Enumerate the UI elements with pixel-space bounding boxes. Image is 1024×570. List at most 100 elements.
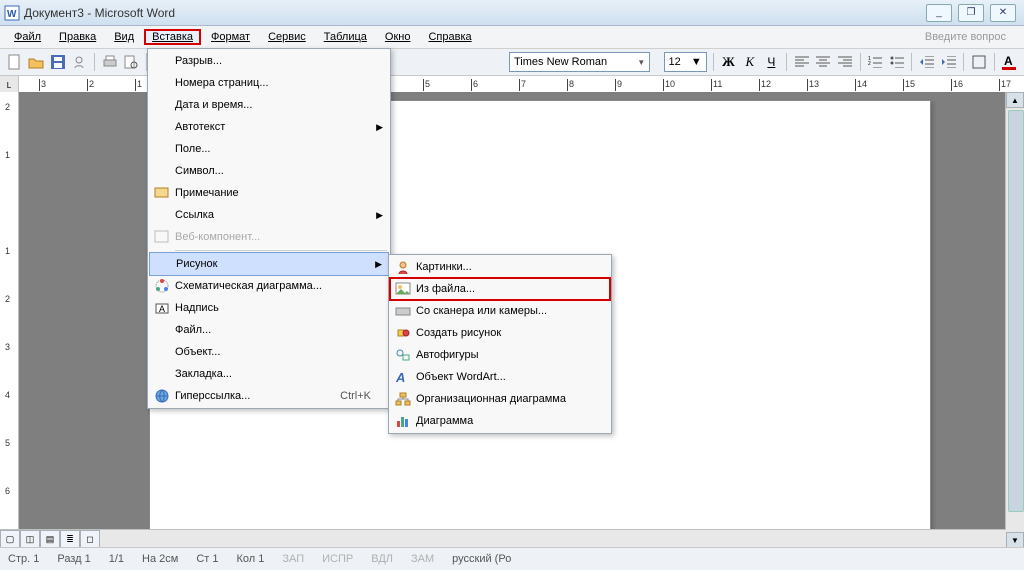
menu-item-object[interactable]: Объект... [149, 341, 389, 363]
menu-item-diagram[interactable]: Схематическая диаграмма... [149, 275, 389, 297]
save-icon[interactable] [49, 52, 67, 72]
separator [860, 53, 861, 71]
open-icon[interactable] [28, 52, 46, 72]
help-search-prompt[interactable]: Введите вопрос [925, 31, 1018, 43]
submenu-item-wordart[interactable]: AОбъект WordArt... [390, 366, 610, 388]
window-controls: _ ❐ ✕ [926, 4, 1020, 22]
align-center-icon[interactable] [815, 52, 833, 72]
menu-format[interactable]: Формат [203, 29, 258, 45]
menu-item-field[interactable]: Поле... [149, 138, 389, 160]
status-ext[interactable]: ВДЛ [371, 553, 393, 565]
align-left-icon[interactable] [793, 52, 811, 72]
status-rec[interactable]: ЗАП [282, 553, 304, 565]
menu-item-date-time[interactable]: Дата и время... [149, 94, 389, 116]
menu-help[interactable]: Справка [420, 29, 479, 45]
menu-tools[interactable]: Сервис [260, 29, 314, 45]
orgchart-icon [395, 392, 411, 406]
menu-item-hyperlink[interactable]: Гиперссылка...Ctrl+K [149, 385, 389, 407]
font-color-icon[interactable]: A [1001, 52, 1019, 72]
new-doc-icon[interactable] [6, 52, 24, 72]
menu-item-file[interactable]: Файл... [149, 319, 389, 341]
horizontal-scrollbar[interactable] [100, 530, 1006, 548]
shortcut-label: Ctrl+K [330, 390, 371, 402]
bold-icon[interactable]: Ж [720, 52, 738, 72]
submenu-item-scanner[interactable]: Со сканера или камеры... [390, 300, 610, 322]
menu-separator [175, 250, 387, 251]
chevron-down-icon: ▼ [637, 58, 645, 67]
menu-item-web-component: Веб-компонент... [149, 226, 389, 248]
menu-item-page-numbers[interactable]: Номера страниц... [149, 72, 389, 94]
menu-item-autotext[interactable]: Автотекст▶ [149, 116, 389, 138]
menu-item-symbol[interactable]: Символ... [149, 160, 389, 182]
submenu-item-chart[interactable]: Диаграмма [390, 410, 610, 432]
font-size-selector[interactable]: 12 ▼ [664, 52, 707, 72]
print-preview-icon[interactable] [122, 52, 140, 72]
scroll-thumb[interactable] [1008, 110, 1024, 512]
bullets-icon[interactable] [888, 52, 906, 72]
menu-insert[interactable]: Вставка [144, 29, 201, 45]
comment-icon [154, 186, 170, 200]
menu-item-reference[interactable]: Ссылка▶ [149, 204, 389, 226]
print-icon[interactable] [101, 52, 119, 72]
status-line: Ст 1 [196, 553, 218, 565]
svg-text:A: A [395, 370, 405, 384]
statusbar: Стр. 1 Разд 1 1/1 На 2см Ст 1 Кол 1 ЗАП … [0, 547, 1024, 570]
permission-icon[interactable] [71, 52, 89, 72]
from-file-icon [395, 282, 411, 296]
scanner-icon [395, 305, 411, 317]
insert-dropdown-menu: Разрыв... Номера страниц... Дата и время… [147, 48, 391, 409]
submenu-item-new-drawing[interactable]: Создать рисунок [390, 322, 610, 344]
status-page: Стр. 1 [8, 553, 39, 565]
menu-table[interactable]: Таблица [316, 29, 375, 45]
status-col: Кол 1 [236, 553, 264, 565]
scroll-up-button[interactable]: ▲ [1006, 92, 1024, 108]
increase-indent-icon[interactable] [940, 52, 958, 72]
menubar: Файл Правка Вид Вставка Формат Сервис Та… [0, 26, 1024, 49]
separator [713, 53, 714, 71]
menu-item-picture[interactable]: Рисунок▶ [149, 252, 389, 276]
menu-item-bookmark[interactable]: Закладка... [149, 363, 389, 385]
underline-icon[interactable]: Ч [763, 52, 781, 72]
menu-file[interactable]: Файл [6, 29, 49, 45]
submenu-item-clipart[interactable]: Картинки... [390, 256, 610, 278]
hyperlink-icon [154, 388, 170, 404]
align-right-icon[interactable] [836, 52, 854, 72]
submenu-item-from-file[interactable]: Из файла... [390, 278, 610, 300]
status-ovr[interactable]: ЗАМ [411, 553, 434, 565]
decrease-indent-icon[interactable] [918, 52, 936, 72]
autoshapes-icon [395, 348, 411, 362]
separator [911, 53, 912, 71]
minimize-button[interactable]: _ [926, 4, 952, 22]
diagram-icon [154, 278, 170, 294]
submenu-arrow-icon: ▶ [375, 259, 382, 270]
menu-edit[interactable]: Правка [51, 29, 104, 45]
submenu-item-orgchart[interactable]: Организационная диаграмма [390, 388, 610, 410]
font-size-value: 12 [669, 56, 681, 68]
maximize-button[interactable]: ❐ [958, 4, 984, 22]
close-button[interactable]: ✕ [990, 4, 1016, 22]
submenu-item-autoshapes[interactable]: Автофигуры [390, 344, 610, 366]
vertical-ruler[interactable]: 211234567 [0, 92, 19, 548]
scroll-down-button[interactable]: ▼ [1006, 532, 1024, 548]
window-title: Документ3 - Microsoft Word [24, 6, 926, 20]
font-name-selector[interactable]: Times New Roman▼ [509, 52, 650, 72]
word-app-icon: W [4, 5, 20, 21]
status-language[interactable]: русский (Ро [452, 553, 511, 565]
vertical-scrollbar[interactable]: ▲ ▼ [1005, 92, 1024, 548]
textbox-icon: A [155, 301, 169, 315]
menu-item-break[interactable]: Разрыв... [149, 50, 389, 72]
borders-icon[interactable] [970, 52, 988, 72]
svg-text:2: 2 [868, 61, 871, 67]
menu-view[interactable]: Вид [106, 29, 142, 45]
status-section: Разд 1 [57, 553, 90, 565]
status-trk[interactable]: ИСПР [322, 553, 353, 565]
svg-text:A: A [159, 304, 165, 314]
chevron-down-icon: ▼ [691, 56, 702, 68]
separator [994, 53, 995, 71]
menu-window[interactable]: Окно [377, 29, 419, 45]
italic-icon[interactable]: К [741, 52, 759, 72]
numbering-icon[interactable]: 12 [866, 52, 884, 72]
menu-item-textbox[interactable]: AНадпись [149, 297, 389, 319]
status-at: На 2см [142, 553, 178, 565]
menu-item-comment[interactable]: Примечание [149, 182, 389, 204]
